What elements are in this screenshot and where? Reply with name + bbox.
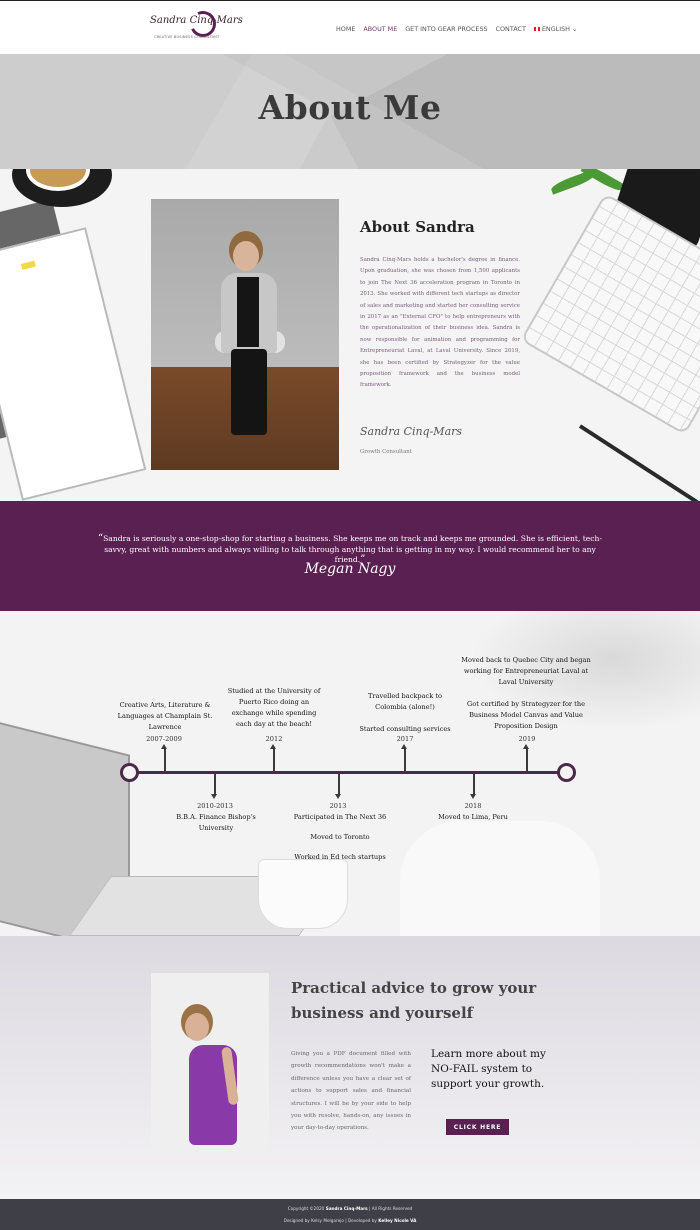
nav-get-into-gear[interactable]: GET INTO GEAR PROCESS bbox=[405, 25, 487, 33]
notebook-image bbox=[0, 227, 147, 501]
timeline-tick bbox=[270, 744, 276, 772]
footer-copyright: Copyright ©2020 Sandra Cinq-Mars | All R… bbox=[0, 1206, 700, 1211]
timeline-year: 2013 bbox=[329, 802, 347, 810]
nav-home[interactable]: HOME bbox=[336, 25, 355, 33]
timeline-year: 2012 bbox=[265, 735, 283, 743]
logo-tagline: CREATIVE BUSINESS CONSULTANT bbox=[154, 35, 220, 39]
timeline-tick bbox=[523, 744, 529, 772]
chair-background-image bbox=[400, 821, 600, 936]
coffee-image bbox=[26, 169, 90, 191]
site-footer: Copyright ©2020 Sandra Cinq-Mars | All R… bbox=[0, 1199, 700, 1230]
timeline-entry-text: Moved back to Quebec City and began work… bbox=[461, 656, 591, 730]
person-legs bbox=[231, 349, 267, 435]
timeline-entry-text: B.B.A. Finance Bishop's University bbox=[176, 813, 256, 832]
sticky-tab bbox=[20, 260, 36, 270]
about-title: About Sandra bbox=[360, 218, 475, 236]
main-nav: HOME ABOUT ME GET INTO GEAR PROCESS CONT… bbox=[336, 25, 577, 33]
timeline-year: 2018 bbox=[464, 802, 482, 810]
timeline-section: Creative Arts, Literature & Languages at… bbox=[0, 611, 700, 936]
timeline-tick bbox=[161, 744, 167, 772]
timeline-tick bbox=[470, 773, 476, 799]
copyright-suffix: | All Rights Reserved bbox=[368, 1206, 413, 1211]
sandra-purple-dress-photo bbox=[151, 973, 269, 1150]
timeline-entry-text: Travelled backpack to Colombia (alone!) … bbox=[359, 692, 451, 733]
chevron-down-icon: ⌄ bbox=[572, 25, 578, 33]
person-shirt bbox=[237, 277, 259, 347]
mug-image bbox=[258, 859, 348, 929]
person-head bbox=[185, 1013, 209, 1041]
timeline-axis bbox=[138, 771, 558, 774]
language-label: ENGLISH bbox=[541, 25, 570, 33]
timeline-entry-text: Creative Arts, Literature & Languages at… bbox=[117, 701, 213, 731]
signature-role: Growth Consultant bbox=[360, 449, 412, 455]
timeline-year: 2010-2013 bbox=[197, 802, 233, 810]
timeline-year: 2019 bbox=[518, 735, 536, 743]
timeline-tick bbox=[335, 773, 341, 799]
coffee-cup-image bbox=[12, 169, 112, 207]
nav-contact[interactable]: CONTACT bbox=[496, 25, 526, 33]
testimonial-section: “Sandra is seriously a one-stop-shop for… bbox=[0, 501, 700, 611]
nav-about-me[interactable]: ABOUT ME bbox=[363, 25, 397, 33]
click-here-button[interactable]: CLICK HERE bbox=[446, 1119, 509, 1135]
quote-text: Sandra is seriously a one-stop-shop for … bbox=[103, 534, 603, 564]
advice-body: Giving you a PDF document filled with gr… bbox=[291, 1051, 411, 1132]
logo-name: Sandra Cinq-Mars bbox=[150, 15, 243, 26]
footer-credits: Designed by Kelsy Melgarejo | Developed … bbox=[0, 1218, 700, 1223]
testimonial-author: Megan Nagy bbox=[304, 561, 396, 577]
language-switcher[interactable]: ENGLISH ⌄ bbox=[533, 25, 578, 33]
copyright-name[interactable]: Sandra Cinq-Mars bbox=[326, 1206, 368, 1211]
timeline-start-cap bbox=[120, 763, 139, 782]
signature: Sandra Cinq-Mars bbox=[360, 425, 463, 438]
leaf-image bbox=[580, 169, 626, 194]
timeline-entry-text: Participated in The Next 36 Moved to Tor… bbox=[293, 813, 387, 861]
timeline-tick bbox=[211, 773, 217, 799]
timeline-entry-text: Studied at the University of Puerto Rico… bbox=[227, 687, 321, 728]
site-header: Sandra Cinq-Mars CREATIVE BUSINESS CONSU… bbox=[0, 0, 700, 54]
about-section: About Sandra Sandra Cinq-Mars holds a ba… bbox=[0, 169, 700, 501]
about-body: Sandra Cinq-Mars holds a bachelor's degr… bbox=[360, 257, 520, 389]
timeline-year: 2007-2009 bbox=[146, 735, 182, 743]
copyright-prefix: Copyright ©2020 bbox=[287, 1206, 325, 1211]
advice-cta-text: Learn more about my NO-FAIL system to su… bbox=[431, 1048, 546, 1090]
page-title: About Me bbox=[258, 88, 442, 127]
sandra-portrait-photo bbox=[151, 199, 339, 470]
credits-prefix: Designed by Kelsy Melgarejo | Developed … bbox=[283, 1218, 377, 1223]
flag-canada-icon bbox=[533, 27, 540, 31]
pencil-image bbox=[578, 424, 699, 501]
advice-section: Practical advice to grow your business a… bbox=[0, 936, 700, 1199]
person-head bbox=[233, 241, 259, 271]
timeline-year: 2017 bbox=[396, 735, 414, 743]
timeline-tick bbox=[401, 744, 407, 772]
hero-banner: About Me bbox=[0, 54, 700, 169]
advice-title: Practical advice to grow your business a… bbox=[291, 979, 537, 1022]
timeline-end-cap bbox=[557, 763, 576, 782]
site-logo[interactable]: Sandra Cinq-Mars CREATIVE BUSINESS CONSU… bbox=[150, 7, 243, 45]
developer-link[interactable]: Kelley Nicole VA bbox=[378, 1218, 416, 1223]
timeline-entry-text: Moved to Lima, Peru bbox=[438, 813, 508, 821]
